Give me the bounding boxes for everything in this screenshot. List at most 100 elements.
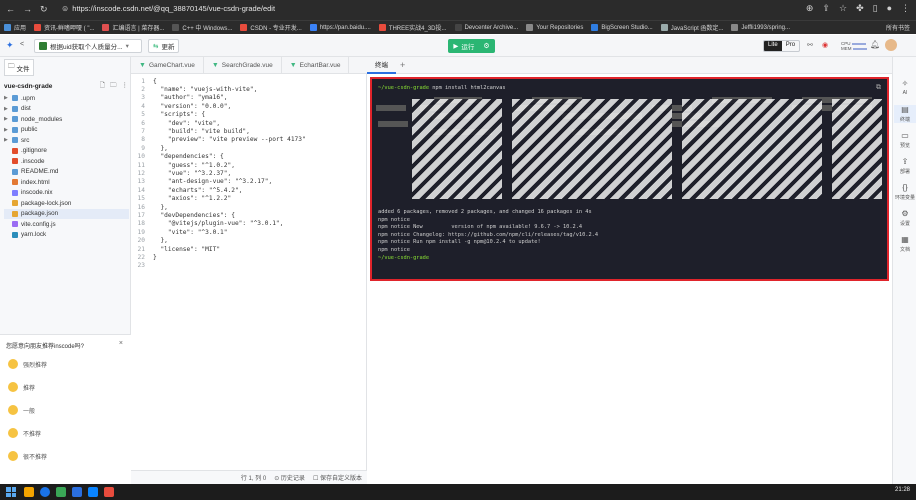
tab-terminal[interactable]: 终端 xyxy=(367,57,396,74)
rail-item[interactable]: ✧ AI xyxy=(894,79,916,96)
code-text: }, xyxy=(153,144,168,152)
tree-item[interactable]: vite.config.js xyxy=(4,219,129,230)
bookmark-item[interactable]: JavaScript 函数定... xyxy=(660,23,723,32)
rail-item[interactable]: {} 环境变量 xyxy=(894,183,916,201)
run-button[interactable]: ▶ 运行 ⚙ xyxy=(448,39,495,53)
add-tab-icon[interactable]: + xyxy=(400,60,405,70)
url-field[interactable]: ⊜ https://inscode.csdn.net/@qq_38870145/v… xyxy=(62,4,275,13)
tree-item[interactable]: ▶ .upm xyxy=(4,93,129,104)
project-title-button[interactable]: 根据uid获取个人质量分... ▾ xyxy=(34,39,142,53)
zoom-icon[interactable]: ⊕ xyxy=(806,3,814,14)
bookmark-item[interactable]: Devcenter Archive... xyxy=(454,24,518,31)
feedback-option[interactable]: 推荐 xyxy=(8,382,35,392)
star-icon[interactable]: ☆ xyxy=(839,3,847,14)
pro-option[interactable]: Pro xyxy=(782,41,799,51)
code-text: { xyxy=(153,77,157,85)
rail-item-label: 预览 xyxy=(899,143,910,149)
feedback-option[interactable]: 一般 xyxy=(8,405,35,415)
explorer-icon[interactable] xyxy=(24,487,34,497)
files-tab[interactable]: 🗀︎ 文件 xyxy=(4,59,34,76)
tree-item[interactable]: package-lock.json xyxy=(4,198,129,209)
windows-start-icon[interactable] xyxy=(6,487,16,497)
gear-icon[interactable]: ⚙ xyxy=(483,42,489,50)
editor-tab[interactable]: ▼ EchartBar.vue xyxy=(282,57,350,74)
chrome-icon[interactable] xyxy=(40,487,50,497)
share-icon[interactable]: ⇪ xyxy=(822,3,830,14)
tree-item[interactable]: inscode.nix xyxy=(4,188,129,199)
taskbar-clock: 21:28 xyxy=(895,487,910,493)
all-bookmarks-button[interactable]: 所有书签 xyxy=(886,23,916,32)
vscode-icon[interactable] xyxy=(72,487,82,497)
avatar[interactable] xyxy=(885,39,897,51)
doc-icon: ▦ xyxy=(901,235,909,244)
tree-item[interactable]: ▶ src xyxy=(4,135,129,146)
bookmark-item[interactable]: C++ 中 Windows... xyxy=(172,23,232,32)
rail-item[interactable]: ▭ 预览 xyxy=(894,131,916,149)
bookmark-item[interactable]: 资讯-鲜嗜呷嗄 ( "... xyxy=(34,23,94,32)
feedback-option[interactable]: 很不推荐 xyxy=(8,451,47,461)
line-number: 9 xyxy=(141,144,145,152)
file-icon xyxy=(12,147,18,154)
feedback-option[interactable]: 强烈推荐 xyxy=(8,359,47,369)
app-icon[interactable] xyxy=(56,487,66,497)
tree-item[interactable]: .inscode xyxy=(4,156,129,167)
link-icon[interactable]: ⚯ xyxy=(807,41,813,49)
more-icon[interactable]: ⋮ xyxy=(122,81,129,92)
code-editor: ▼ GameChart.vue ▼ SearchGrade.vue ▼ EchartBar… xyxy=(131,57,367,484)
record-icon[interactable]: ◉ xyxy=(822,41,828,49)
app2-icon[interactable] xyxy=(104,487,114,497)
bookmark-item[interactable]: Jeffli1993/spring... xyxy=(731,24,790,31)
history-button[interactable]: ⊙ 历史记录 xyxy=(274,473,305,482)
code-area[interactable]: 1{2 "name": "vuejs-with-vite", 3 "author"… xyxy=(131,77,367,270)
tree-item-label: dist xyxy=(21,105,31,113)
editor-tab[interactable]: ▼ SearchGrade.vue xyxy=(204,57,282,74)
tree-item[interactable]: package.json xyxy=(4,208,129,219)
rail-item[interactable]: ▦ 文档 xyxy=(894,235,916,253)
bookmark-item[interactable]: Your Repositories xyxy=(526,24,583,31)
close-icon[interactable]: × xyxy=(119,340,123,347)
rail-item[interactable]: ⚙ 设置 xyxy=(894,209,916,227)
reload-icon[interactable]: ↻ xyxy=(40,4,48,15)
tree-item[interactable]: yarn.lock xyxy=(4,230,129,241)
bookmark-item[interactable]: THREE实战4_3D投... xyxy=(378,23,447,32)
folder-icon xyxy=(12,126,18,133)
lite-option[interactable]: Lite xyxy=(764,41,782,51)
bookmark-item[interactable]: CSDN - 专业开发... xyxy=(240,23,302,32)
new-file-icon[interactable]: 🗋︎ xyxy=(100,81,105,92)
update-button[interactable]: ⇆ 更新 xyxy=(148,39,180,53)
terminal-output[interactable]: ⧉ ~/vue-csdn-grade npm install html2canv… xyxy=(370,77,889,281)
edge-icon[interactable] xyxy=(88,487,98,497)
feedback-option[interactable]: 不推荐 xyxy=(8,428,41,438)
tree-item[interactable]: ▶ node_modules xyxy=(4,114,129,125)
terminal-prompt: ~/vue-csdn-grade xyxy=(378,85,430,91)
inscode-logo-icon[interactable]: ✦ xyxy=(6,40,14,51)
tree-item[interactable]: .gitignore xyxy=(4,146,129,157)
update-icon: ⇆ xyxy=(153,43,159,50)
profile-icon[interactable]: ● xyxy=(887,3,892,14)
bookmark-item[interactable]: 汇编语言 | 菜存器... xyxy=(102,23,164,32)
chevron-left-icon[interactable]: < xyxy=(20,41,24,48)
rail-item[interactable]: ⇪ 部署 xyxy=(894,157,916,175)
save-version-button[interactable]: ☐ 保存自定义版本 xyxy=(313,473,362,482)
new-folder-icon[interactable]: 🗀︎ xyxy=(110,81,117,92)
bookmark-label: https://pan.baidu.... xyxy=(319,24,371,31)
editor-tab[interactable]: ▼ GameChart.vue xyxy=(131,57,204,74)
tree-item[interactable]: ▶ public xyxy=(4,125,129,136)
bell-icon[interactable]: 🔔︎ xyxy=(870,40,880,49)
extensions-icon[interactable]: ✤ xyxy=(856,3,864,14)
tree-item[interactable]: ▶ dist xyxy=(4,104,129,115)
bookmark-item[interactable]: BigScreen Studio... xyxy=(591,24,653,31)
code-line: 17 "devDependencies": { xyxy=(131,211,367,219)
tree-item[interactable]: index.html xyxy=(4,177,129,188)
npm-notice-line: npm notice xyxy=(378,246,410,253)
menu-icon[interactable]: ⋮ xyxy=(901,3,910,14)
bookmark-item[interactable]: https://pan.baidu.... xyxy=(309,24,371,31)
tree-item[interactable]: README.md xyxy=(4,167,129,178)
rail-item[interactable]: ▤ 终端 xyxy=(894,105,916,123)
lite-pro-toggle[interactable]: Lite Pro xyxy=(763,40,801,52)
back-icon[interactable]: ← xyxy=(6,4,15,15)
forward-icon[interactable]: → xyxy=(23,4,32,15)
emoji-face-icon xyxy=(8,451,18,461)
sidebar-icon[interactable]: ▯ xyxy=(873,3,878,14)
bookmark-item[interactable]: 应用 xyxy=(4,23,26,32)
